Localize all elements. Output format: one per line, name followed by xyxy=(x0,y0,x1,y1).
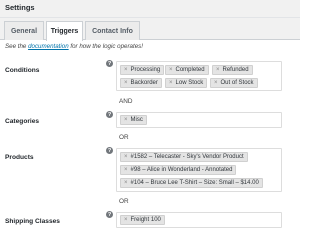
help-icon[interactable]: ? xyxy=(106,60,113,67)
shipping-class-chip: × Freight 100 xyxy=(120,215,165,225)
categories-label: Categories xyxy=(5,118,40,125)
products-select[interactable]: × #1582 – Telecaster - Sky's Vendor Produ… xyxy=(116,148,282,192)
condition-chip: × Out of Stock xyxy=(210,78,258,88)
remove-icon[interactable]: × xyxy=(216,67,220,73)
chip-label: Freight 100 xyxy=(130,217,161,223)
remove-icon[interactable]: × xyxy=(124,80,128,86)
products-label: Products xyxy=(5,154,34,161)
or-connector: OR xyxy=(119,134,129,141)
remove-icon[interactable]: × xyxy=(169,80,173,86)
and-connector: AND xyxy=(119,98,133,105)
category-chip: × Misc xyxy=(120,115,147,125)
shipping-classes-label: Shipping Classes xyxy=(5,218,60,225)
tab-contact-info[interactable]: Contact Info xyxy=(85,21,140,40)
product-chip: × #1582 – Telecaster - Sky's Vendor Produ… xyxy=(120,152,248,162)
chip-label: Processing xyxy=(130,67,161,73)
chip-label: Refunded xyxy=(222,67,249,73)
settings-header: Settings xyxy=(0,0,300,18)
remove-icon[interactable]: × xyxy=(124,217,128,223)
settings-title: Settings xyxy=(5,3,35,12)
chip-label: Misc xyxy=(130,117,143,123)
or-connector: OR xyxy=(119,198,129,205)
remove-icon[interactable]: × xyxy=(124,67,128,73)
doc-note-suffix: for how the logic operates! xyxy=(68,43,143,50)
remove-icon[interactable]: × xyxy=(169,67,173,73)
condition-chip: × Backorder xyxy=(120,78,162,88)
shipping-classes-select[interactable]: × Freight 100 xyxy=(116,212,282,228)
conditions-label: Conditions xyxy=(5,67,40,74)
condition-chip: × Refunded xyxy=(212,65,253,75)
remove-icon[interactable]: × xyxy=(124,167,128,173)
product-chip: × #98 – Alice in Wonderland - Annotated xyxy=(120,165,237,175)
help-icon[interactable]: ? xyxy=(106,211,113,218)
condition-chip: × Processing xyxy=(120,65,165,75)
chip-label: #1582 – Telecaster - Sky's Vendor Produc… xyxy=(130,154,244,160)
remove-icon[interactable]: × xyxy=(124,117,128,123)
documentation-link[interactable]: documentation xyxy=(28,43,69,50)
tab-general[interactable]: General xyxy=(4,21,44,40)
chip-label: Low Stock xyxy=(175,80,204,86)
condition-chip: × Completed xyxy=(165,65,209,75)
remove-icon[interactable]: × xyxy=(124,154,128,160)
chip-label: Completed xyxy=(175,67,205,73)
conditions-select[interactable]: × Processing × Completed × Refunded × Backor… xyxy=(116,61,282,91)
help-icon[interactable]: ? xyxy=(106,147,113,154)
product-chip: × #104 – Bruce Lee T-Shirt – Size: Small … xyxy=(120,178,263,188)
doc-note-prefix: See the xyxy=(5,43,29,50)
chip-label: Backorder xyxy=(130,80,158,86)
chip-label: Out of Stock xyxy=(220,80,254,86)
remove-icon[interactable]: × xyxy=(124,180,128,186)
tab-triggers[interactable]: Triggers xyxy=(46,21,83,41)
help-icon[interactable]: ? xyxy=(106,111,113,118)
condition-chip: × Low Stock xyxy=(165,78,208,88)
chip-label: #98 – Alice in Wonderland - Annotated xyxy=(130,167,233,173)
documentation-note: See the documentation for how the logic … xyxy=(5,43,143,50)
tab-bar: General Triggers Contact Info xyxy=(0,18,300,41)
categories-select[interactable]: × Misc xyxy=(116,112,282,128)
chip-label: #104 – Bruce Lee T-Shirt – Size: Small –… xyxy=(130,180,259,186)
remove-icon[interactable]: × xyxy=(214,80,218,86)
